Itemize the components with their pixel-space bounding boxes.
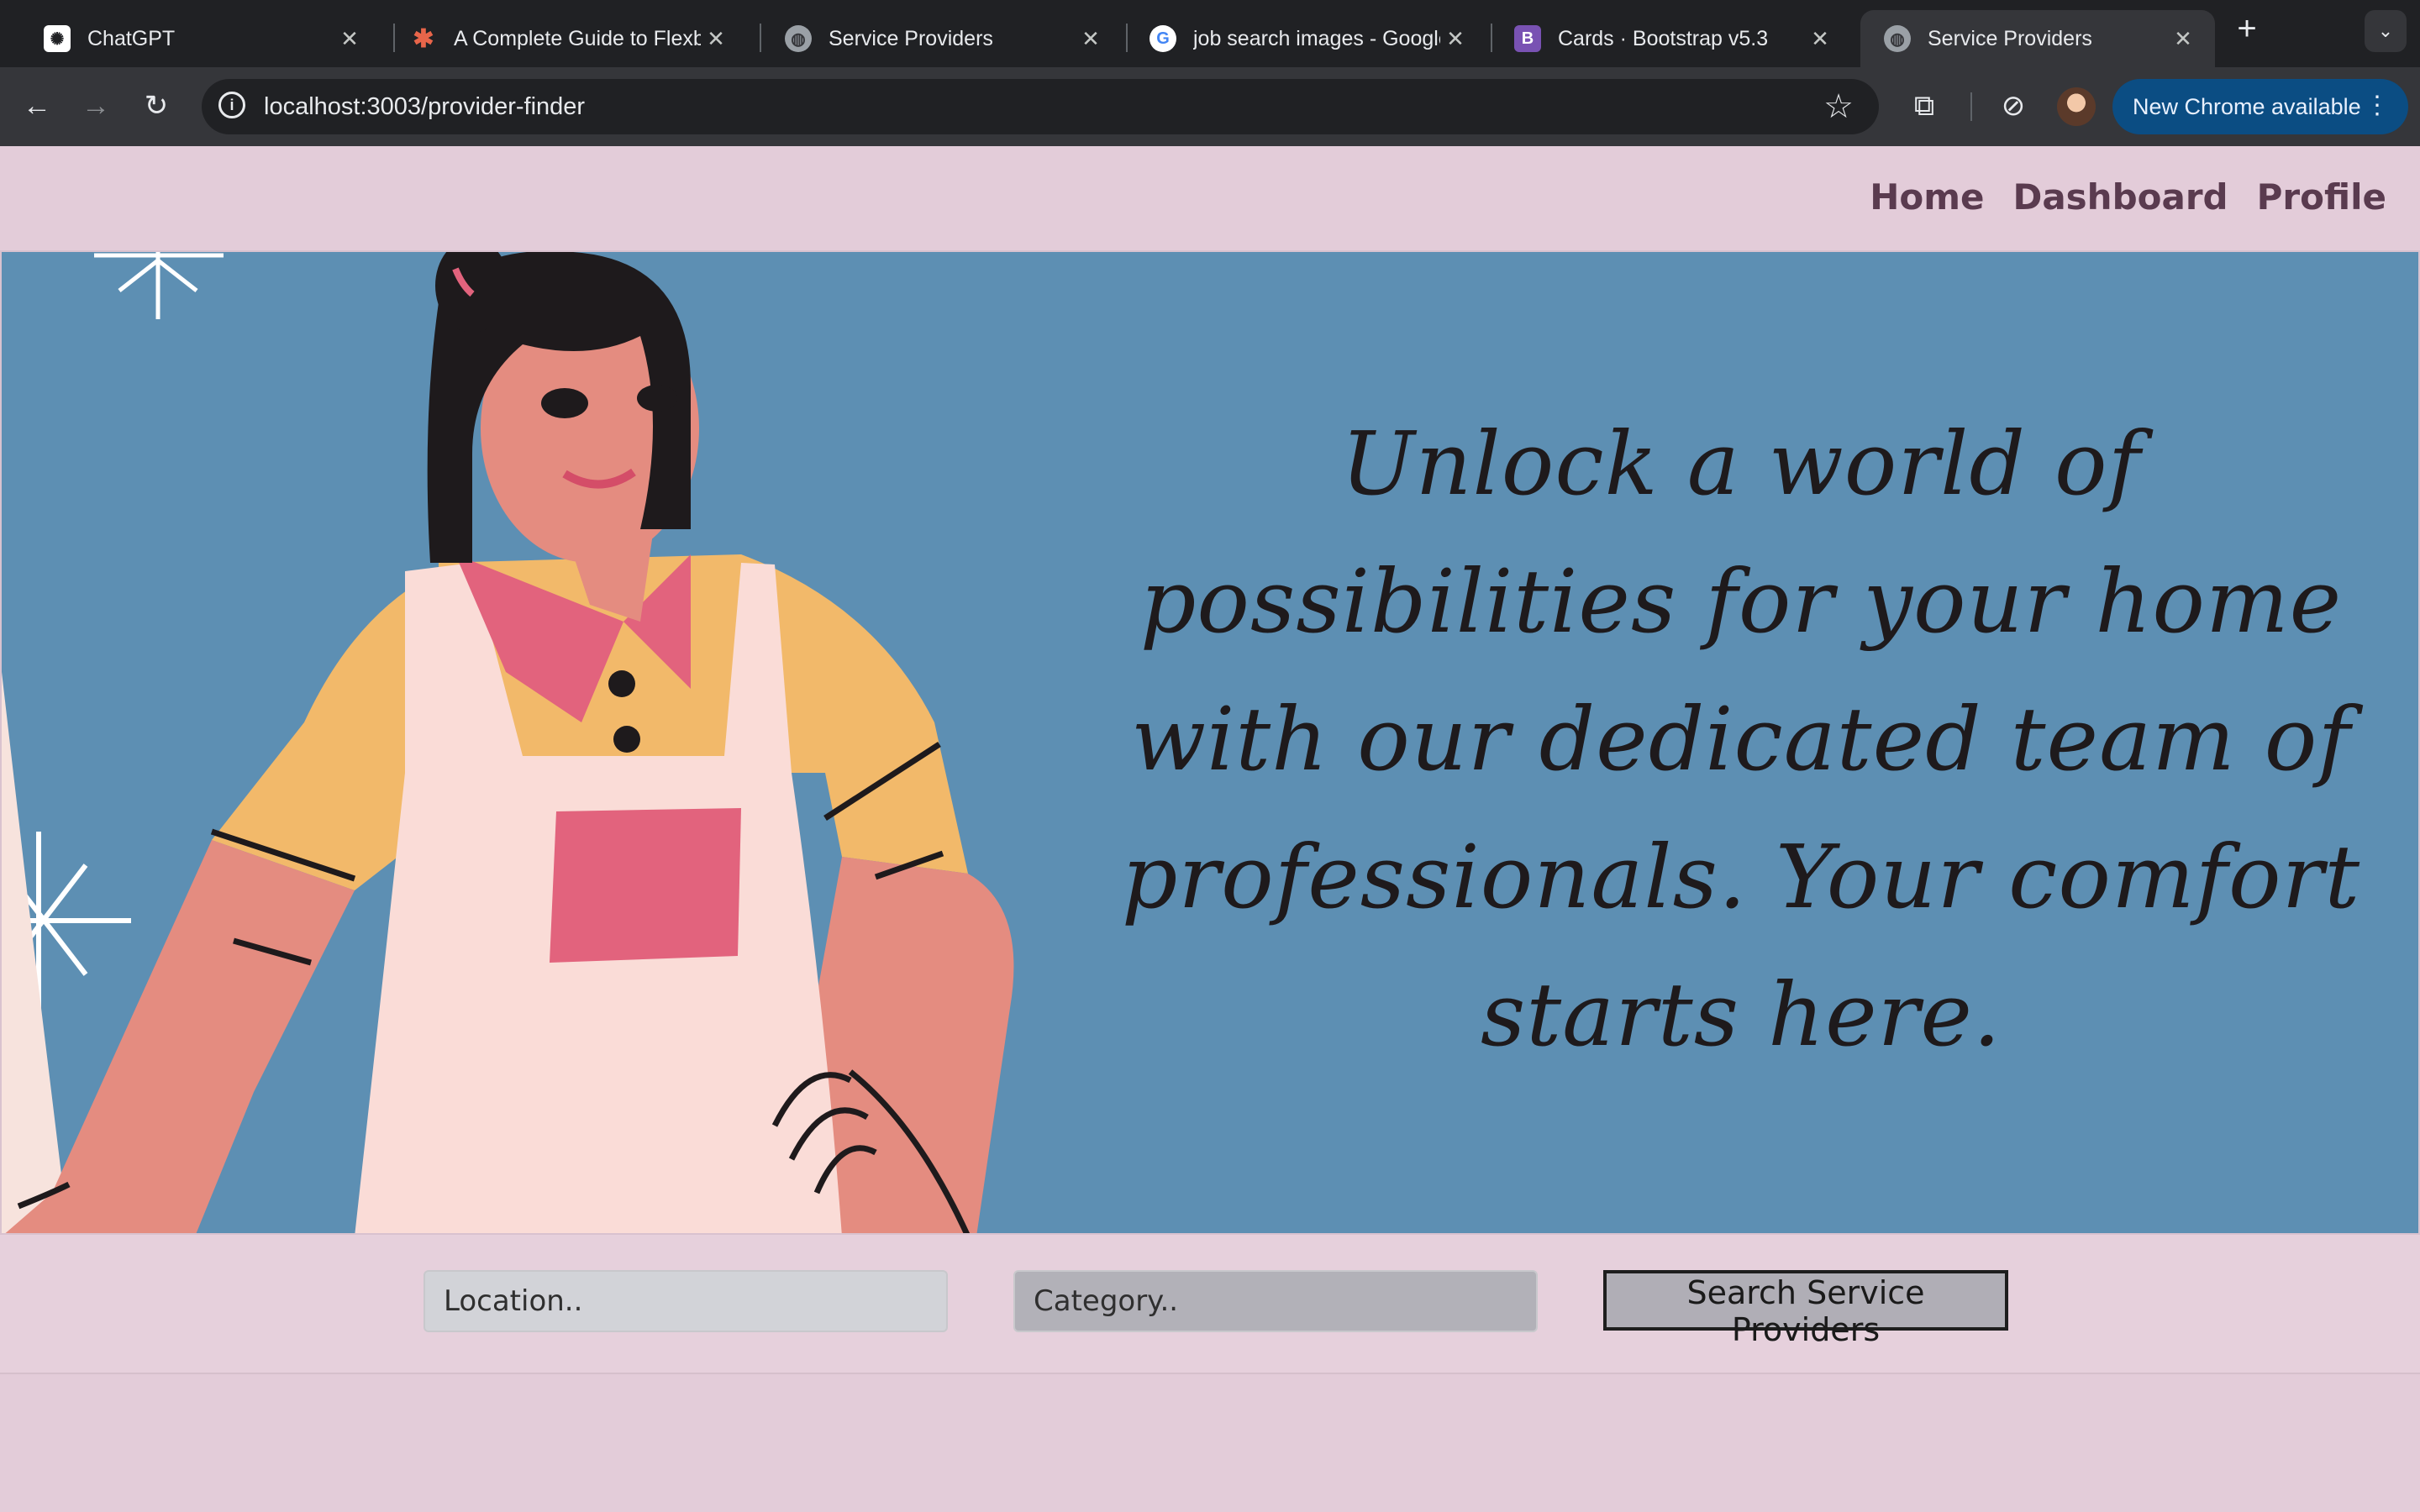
tab-title: ChatGPT bbox=[87, 26, 176, 50]
nav-home-link[interactable]: Home bbox=[1870, 176, 1984, 218]
tab-flexbox-guide[interactable]: ✱ A Complete Guide to Flexbox ✕ bbox=[387, 10, 748, 67]
location-input[interactable] bbox=[424, 1270, 948, 1332]
nav-profile-link[interactable]: Profile bbox=[2257, 176, 2386, 218]
tab-chatgpt[interactable]: ✺ ChatGPT ✕ bbox=[20, 10, 381, 67]
site-info-icon[interactable]: i bbox=[218, 92, 245, 118]
profile-avatar[interactable] bbox=[2057, 87, 2096, 126]
extensions-puzzle-icon[interactable]: ⧉ bbox=[1906, 87, 1943, 124]
bootstrap-icon: B bbox=[1514, 25, 1541, 52]
chrome-update-button[interactable]: New Chrome available ⋮ bbox=[2112, 79, 2408, 134]
category-input[interactable] bbox=[1013, 1270, 1538, 1332]
tab-title: Cards · Bootstrap v5.3 bbox=[1558, 26, 1769, 50]
close-icon[interactable]: ✕ bbox=[334, 26, 365, 52]
page-content: Home Dashboard Profile Unlock a world of… bbox=[0, 146, 2420, 1512]
hero-banner: Unlock a world of possibilities for your… bbox=[0, 250, 2420, 1235]
bookmark-star-icon[interactable]: ☆ bbox=[1823, 87, 1854, 126]
performance-icon[interactable]: ⊘ bbox=[1995, 87, 2032, 124]
globe-icon: ◍ bbox=[1884, 25, 1911, 52]
tab-bootstrap-cards[interactable]: B Cards · Bootstrap v5.3 ✕ bbox=[1491, 10, 1852, 67]
search-service-providers-button[interactable]: Search Service Providers bbox=[1603, 1270, 2008, 1348]
kebab-menu-icon[interactable]: ⋮ bbox=[2365, 91, 2390, 121]
hero-tagline: Unlock a world of possibilities for your… bbox=[1121, 412, 2361, 1066]
tab-service-providers-active[interactable]: ◍ Service Providers ✕ bbox=[1860, 10, 2215, 67]
css-tricks-icon: ✱ bbox=[413, 24, 434, 53]
url-text[interactable]: localhost:3003/provider-finder bbox=[264, 93, 585, 121]
tab-search-button[interactable]: ⌄ bbox=[2365, 10, 2407, 52]
tab-title: A Complete Guide to Flexbox bbox=[454, 26, 701, 50]
nav-dashboard-link[interactable]: Dashboard bbox=[2012, 176, 2228, 218]
address-bar[interactable]: i localhost:3003/provider-finder ☆ bbox=[202, 79, 1879, 134]
close-icon[interactable]: ✕ bbox=[701, 26, 731, 52]
tab-google-search[interactable]: G job search images - Google Search ✕ bbox=[1126, 10, 1487, 67]
tab-service-providers[interactable]: ◍ Service Providers ✕ bbox=[761, 10, 1123, 67]
sparkle-icon bbox=[94, 252, 224, 319]
chrome-update-label: New Chrome available bbox=[2133, 93, 2361, 119]
back-arrow-icon[interactable]: ← bbox=[17, 86, 57, 126]
google-icon: G bbox=[1150, 25, 1176, 52]
close-icon[interactable]: ✕ bbox=[2168, 26, 2198, 52]
tab-title: Service Providers bbox=[829, 26, 993, 50]
new-tab-button[interactable]: + bbox=[2232, 12, 2262, 45]
browser-tab-strip: ✺ ChatGPT ✕ ✱ A Complete Guide to Flexbo… bbox=[0, 0, 2420, 67]
provider-search-bar: Search Service Providers bbox=[0, 1235, 2420, 1374]
browser-toolbar: ← → ↻ i localhost:3003/provider-finder ☆… bbox=[0, 67, 2420, 146]
tab-title: job search images - Google Search bbox=[1193, 26, 1440, 50]
chatgpt-icon: ✺ bbox=[44, 25, 71, 52]
top-navigation: Home Dashboard Profile bbox=[1870, 176, 2386, 218]
forward-arrow-icon[interactable]: → bbox=[76, 86, 116, 126]
close-icon[interactable]: ✕ bbox=[1805, 26, 1835, 52]
close-icon[interactable]: ✕ bbox=[1440, 26, 1470, 52]
globe-icon: ◍ bbox=[785, 25, 812, 52]
close-icon[interactable]: ✕ bbox=[1076, 26, 1106, 52]
reload-icon[interactable]: ↻ bbox=[136, 86, 176, 126]
toolbar-divider bbox=[1970, 92, 1972, 121]
tab-title: Service Providers bbox=[1928, 26, 2092, 50]
